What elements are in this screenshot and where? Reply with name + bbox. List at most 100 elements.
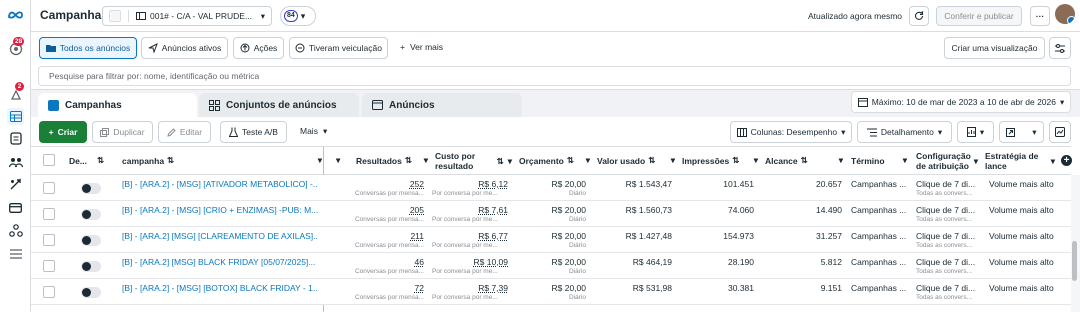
more-options-button[interactable]: ··· bbox=[1030, 6, 1050, 26]
columns-dropdown[interactable]: Colunas: Desempenho ▾ bbox=[730, 121, 852, 143]
cell-cpr[interactable]: R$ 10,09 bbox=[432, 257, 509, 267]
campaign-name-link[interactable]: [B] - [ARA.2] [MSG] [CLAREAMENTO DE AXIL… bbox=[122, 231, 318, 241]
column-reach[interactable]: Alcance ⇅ ▾ bbox=[765, 147, 843, 174]
tab-ads[interactable]: Anúncios bbox=[362, 93, 522, 117]
column-attribution[interactable]: Configuração de atribuição ▾ bbox=[916, 147, 978, 174]
cell-results[interactable]: 211 bbox=[352, 231, 424, 241]
delivery-toggle[interactable] bbox=[81, 209, 101, 220]
filter-all-ads-label: Todos os anúncios bbox=[59, 43, 131, 53]
tools-icon[interactable] bbox=[7, 176, 24, 193]
cell-cpr-subtext: Por conversa por me... bbox=[432, 294, 498, 301]
cell-attr-subtext: Todas as convers... bbox=[916, 242, 972, 249]
date-range-picker[interactable]: Máximo: 10 de mar de 2023 a 10 de abr de… bbox=[851, 91, 1071, 113]
filter-settings-button[interactable] bbox=[1049, 37, 1071, 59]
column-ends[interactable]: Término ▾ bbox=[851, 147, 907, 174]
delivery-toggle[interactable] bbox=[81, 261, 101, 272]
edit-button[interactable]: Editar bbox=[158, 121, 211, 143]
cell-bid: Volume mais alto bbox=[989, 257, 1054, 267]
cell-results[interactable]: 252 bbox=[352, 179, 424, 189]
tab-ads-label: Anúncios bbox=[389, 99, 435, 111]
tab-adsets[interactable]: Conjuntos de anúncios bbox=[199, 93, 359, 117]
filter-actions[interactable]: Ações bbox=[233, 37, 284, 59]
cell-results[interactable]: 46 bbox=[352, 257, 424, 267]
account-issues-selector[interactable]: 84 ▾ bbox=[280, 6, 316, 26]
campaign-name-link[interactable]: [B] - [ARA.2] [MSG] BLACK FRIDAY [05/07/… bbox=[122, 257, 318, 267]
delivery-toggle[interactable] bbox=[81, 235, 101, 246]
columns-icon bbox=[736, 127, 747, 137]
cell-cpr[interactable]: R$ 7,61 bbox=[432, 205, 508, 215]
adsets-tab-icon bbox=[209, 99, 220, 111]
cell-attr: Clique de 7 di... bbox=[916, 231, 976, 241]
alerts-icon[interactable]: 2 bbox=[7, 82, 24, 103]
cell-cpr-subtext: Por conversa por me... bbox=[432, 268, 498, 275]
cell-results-subtext: Conversas por mensa... bbox=[354, 216, 424, 223]
export-dropdown[interactable]: ▾ bbox=[999, 121, 1044, 143]
refresh-button[interactable] bbox=[909, 6, 929, 26]
notifications-icon[interactable]: 28 bbox=[7, 37, 25, 57]
menu-icon[interactable] bbox=[7, 245, 24, 262]
columns-label: Colunas: Desempenho bbox=[750, 127, 838, 137]
chevron-down-icon: ▾ bbox=[1050, 155, 1055, 166]
cell-cpr[interactable]: R$ 7,39 bbox=[432, 283, 508, 293]
cell-impressions: 30.381 bbox=[728, 283, 754, 293]
delivery-toggle[interactable] bbox=[81, 183, 101, 194]
sort-icon: ⇅ bbox=[648, 155, 656, 165]
business-settings-icon[interactable] bbox=[7, 222, 24, 239]
billing-icon[interactable] bbox=[7, 199, 24, 216]
column-campaign[interactable]: campanha ⇅ ▾ bbox=[122, 147, 322, 174]
breakdown-dropdown[interactable]: Detalhamento ▾ bbox=[857, 121, 952, 143]
see-more-filters[interactable]: + Ver mais bbox=[400, 42, 443, 52]
cell-cpr[interactable]: R$ 6,12 bbox=[432, 179, 508, 189]
profile-avatar[interactable] bbox=[1055, 4, 1075, 24]
scrollbar-thumb[interactable] bbox=[1072, 241, 1077, 281]
search-input[interactable]: Pesquise para filtrar por: nome, identif… bbox=[38, 66, 1071, 86]
row-checkbox[interactable] bbox=[43, 208, 55, 220]
filter-all-ads[interactable]: Todos os anúncios bbox=[39, 37, 137, 59]
create-view-button[interactable]: Criar uma visualização bbox=[944, 37, 1045, 59]
row-checkbox[interactable] bbox=[43, 182, 55, 194]
row-checkbox[interactable] bbox=[43, 286, 55, 298]
campaign-name-link[interactable]: [B] - [ARA.2] - [MSG] [ATIVADOR METABOLI… bbox=[122, 179, 318, 189]
publish-button[interactable]: Conferir e publicar bbox=[936, 6, 1022, 26]
row-checkbox[interactable] bbox=[43, 260, 55, 272]
ab-test-button[interactable]: Teste A/B bbox=[220, 121, 287, 143]
cell-reach: 14.490 bbox=[816, 205, 842, 215]
column-menu-caret[interactable]: ▾ bbox=[336, 147, 340, 174]
audiences-icon[interactable] bbox=[7, 153, 24, 170]
cell-reach: 31.257 bbox=[816, 231, 842, 241]
add-column-button[interactable]: + bbox=[1061, 155, 1072, 166]
sort-icon: ⇅ bbox=[167, 155, 175, 165]
cell-cpr[interactable]: R$ 6,77 bbox=[432, 231, 508, 241]
column-impressions[interactable]: Impressões ⇅ ▾ bbox=[682, 147, 758, 174]
campaign-name-link[interactable]: [B] - [ARA.2] - [MSG] [BOTOX] BLACK FRID… bbox=[122, 283, 318, 293]
column-cost-per-result[interactable]: Custo por resultado ⇅ ▾ bbox=[435, 147, 512, 174]
column-results[interactable]: Resultados ⇅ ▾ bbox=[356, 147, 428, 174]
cell-results[interactable]: 72 bbox=[352, 283, 424, 293]
column-amount-spent[interactable]: Valor usado ⇅ ▾ bbox=[597, 147, 675, 174]
filter-delivered[interactable]: Tiveram veiculação bbox=[289, 37, 388, 59]
column-bid-strategy[interactable]: Estratégia de lance ▾ bbox=[985, 147, 1055, 174]
calendar-icon bbox=[857, 97, 868, 107]
send-icon bbox=[148, 43, 158, 53]
more-actions-dropdown[interactable]: Mais ▾ bbox=[300, 126, 327, 137]
chart-toggle-button[interactable] bbox=[1049, 121, 1071, 143]
campaign-name-link[interactable]: [B] - [ARA.2] - [MSG] [CRIO + ENZIMAS] -… bbox=[122, 205, 318, 215]
delivery-toggle[interactable] bbox=[81, 287, 101, 298]
filter-active-ads[interactable]: Anúncios ativos bbox=[141, 37, 228, 59]
account-selector[interactable]: 001# - C/A - VAL PRUDE... ▾ bbox=[102, 6, 272, 26]
reports-dropdown[interactable]: ▾ bbox=[957, 121, 994, 143]
row-checkbox[interactable] bbox=[43, 234, 55, 246]
duplicate-button[interactable]: Duplicar bbox=[92, 121, 153, 143]
campaigns-table-icon[interactable] bbox=[7, 108, 24, 125]
column-campaign-label: campanha bbox=[122, 155, 165, 166]
column-budget[interactable]: Orçamento ⇅ ▾ bbox=[519, 147, 590, 174]
cell-attr: Clique de 7 di... bbox=[916, 283, 976, 293]
tab-campaigns[interactable]: Campanhas bbox=[38, 93, 197, 117]
scrollbar-track[interactable] bbox=[1071, 175, 1080, 312]
column-delivery[interactable]: De... ⇅ bbox=[69, 147, 104, 174]
cell-results[interactable]: 205 bbox=[352, 205, 424, 215]
pages-icon[interactable] bbox=[7, 130, 24, 147]
select-all-checkbox[interactable] bbox=[43, 154, 55, 166]
create-button[interactable]: + Criar bbox=[39, 121, 87, 143]
meta-logo-icon[interactable] bbox=[7, 6, 24, 23]
